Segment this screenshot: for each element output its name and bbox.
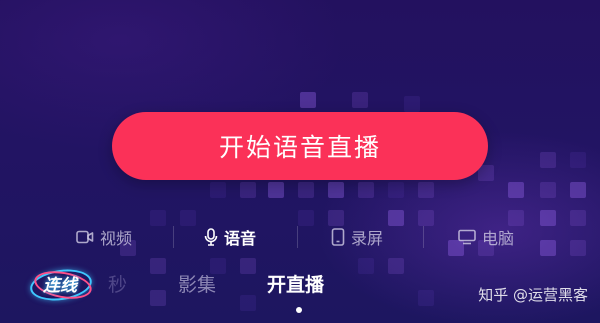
mosaic-tile xyxy=(298,182,314,198)
mode-computer-label: 电脑 xyxy=(482,229,515,248)
mosaic-tile xyxy=(300,92,316,108)
tab-album[interactable]: 影集 xyxy=(178,270,216,297)
mosaic-tile xyxy=(268,182,284,198)
start-button-label: 开始语音直播 xyxy=(218,133,381,162)
mode-voice[interactable]: 语音 xyxy=(204,222,256,252)
mode-video-label: 视频 xyxy=(100,229,133,248)
mosaic-tile xyxy=(570,182,586,198)
mode-voice-label: 语音 xyxy=(224,229,257,248)
mosaic-tile xyxy=(508,182,524,198)
lianxian-label: 连线 xyxy=(43,275,77,296)
live-mode-selector: 视频 语音 录屏 电脑 xyxy=(0,222,600,252)
mode-divider xyxy=(173,226,174,248)
mosaic-tile xyxy=(352,92,368,108)
microphone-icon xyxy=(204,228,218,246)
mode-divider xyxy=(423,226,424,248)
mosaic-tile xyxy=(404,96,420,112)
start-voice-live-button[interactable]: 开始语音直播 xyxy=(112,112,488,180)
video-camera-icon xyxy=(76,230,94,244)
mosaic-tile xyxy=(358,182,374,198)
active-tab-indicator xyxy=(296,307,302,313)
tab-seconds[interactable]: 秒 xyxy=(108,270,127,297)
tab-go-live[interactable]: 开直播 xyxy=(267,270,324,297)
mode-computer[interactable]: 电脑 xyxy=(458,222,514,252)
mode-screen-record[interactable]: 录屏 xyxy=(331,222,383,252)
watermark: 知乎 @运营黑客 xyxy=(478,286,588,304)
mode-screen-record-label: 录屏 xyxy=(351,229,384,248)
mosaic-tile xyxy=(328,182,344,198)
monitor-icon xyxy=(458,229,476,245)
mode-divider xyxy=(297,226,298,248)
mosaic-tile xyxy=(570,152,586,168)
mosaic-tile xyxy=(210,182,226,198)
lianxian-badge-button[interactable]: 连线 xyxy=(28,265,94,305)
mosaic-tile xyxy=(540,152,556,168)
mosaic-tile xyxy=(540,182,556,198)
mosaic-tile xyxy=(240,182,256,198)
mode-video[interactable]: 视频 xyxy=(76,222,132,252)
mosaic-tile xyxy=(388,182,404,198)
phone-screen-icon xyxy=(331,228,345,246)
mosaic-tile xyxy=(418,182,434,198)
